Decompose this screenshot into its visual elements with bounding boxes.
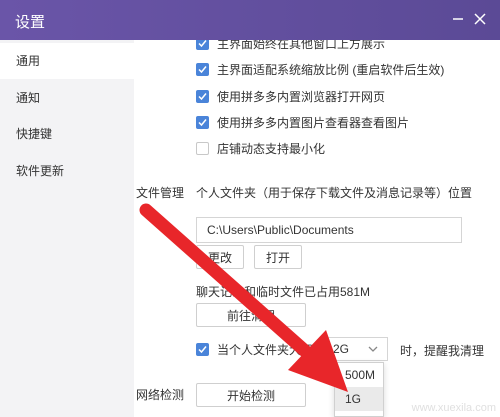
window-title: 设置 bbox=[15, 14, 46, 31]
checkbox-shop-minimize[interactable]: 店铺动态支持最小化 bbox=[196, 139, 325, 157]
sidebar: 通用 通知 快捷键 软件更新 bbox=[0, 40, 134, 417]
checkbox[interactable] bbox=[196, 40, 209, 50]
minimize-icon bbox=[453, 18, 463, 20]
checkbox-label: 主界面始终在其他窗口上方展示 bbox=[217, 40, 386, 51]
checkbox[interactable] bbox=[196, 89, 209, 103]
checkbox-label: 使用拼多多内置浏览器打开网页 bbox=[217, 89, 386, 104]
sidebar-item-label: 通用 bbox=[16, 54, 41, 68]
checkbox[interactable] bbox=[196, 62, 209, 76]
watermark-text: www.xuexila.com bbox=[411, 402, 496, 414]
button-label: 打开 bbox=[265, 250, 290, 265]
select-value: 2G bbox=[333, 342, 350, 356]
dropdown-option-500m[interactable]: 500M bbox=[335, 363, 383, 387]
folder-description: 个人文件夹（用于保存下载文件及消息记录等）位置 bbox=[196, 186, 473, 200]
checkbox[interactable] bbox=[196, 141, 209, 155]
close-icon bbox=[474, 13, 486, 25]
checkmark-icon bbox=[198, 118, 207, 126]
button-label: 前往清理 bbox=[226, 308, 275, 323]
sidebar-item-software-update[interactable]: 软件更新 bbox=[0, 153, 134, 189]
watermark: www.xuexila.com bbox=[412, 402, 496, 414]
checkmark-icon bbox=[198, 92, 207, 100]
reminder-suffix: 时，提醒我清理 bbox=[400, 344, 485, 358]
checkmark-icon bbox=[198, 345, 207, 353]
sidebar-item-general[interactable]: 通用 bbox=[0, 43, 134, 79]
button-label: 开始检测 bbox=[226, 388, 275, 403]
checkbox[interactable] bbox=[196, 115, 209, 129]
open-folder-button[interactable]: 打开 bbox=[254, 245, 302, 269]
folder-size-dropdown: 500M 1G bbox=[334, 362, 384, 417]
sidebar-item-label: 通知 bbox=[16, 91, 41, 105]
checkbox-label: 店铺动态支持最小化 bbox=[217, 141, 326, 156]
checkbox-label: 使用拼多多内置图片查看器查看图片 bbox=[217, 115, 410, 130]
folder-size-select[interactable]: 2G bbox=[322, 337, 388, 361]
sidebar-item-label: 快捷键 bbox=[16, 127, 53, 141]
checkbox[interactable] bbox=[196, 342, 209, 356]
checkmark-icon bbox=[198, 40, 207, 47]
checkmark-icon bbox=[198, 65, 207, 73]
checkbox-system-scaling[interactable]: 主界面适配系统缩放比例 (重启软件后生效) bbox=[196, 60, 444, 78]
title-bar: 设置 bbox=[0, 0, 500, 40]
minimize-button[interactable] bbox=[448, 9, 468, 29]
checkbox-label: 主界面适配系统缩放比例 (重启软件后生效) bbox=[217, 62, 445, 77]
file-management-label: 文件管理 bbox=[136, 186, 185, 200]
change-folder-button[interactable]: 更改 bbox=[196, 245, 244, 269]
dropdown-option-1g[interactable]: 1G bbox=[335, 387, 383, 411]
start-network-check-button[interactable]: 开始检测 bbox=[196, 383, 306, 407]
usage-text: 聊天记录和临时文件已占用581M bbox=[196, 285, 371, 299]
close-button[interactable] bbox=[470, 9, 490, 29]
checkbox-label: 当个人文件夹大于 bbox=[217, 342, 314, 357]
sidebar-item-notifications[interactable]: 通知 bbox=[0, 80, 134, 116]
folder-path-input[interactable] bbox=[196, 217, 462, 243]
button-label: 更改 bbox=[207, 250, 232, 265]
checkbox-always-on-top[interactable]: 主界面始终在其他窗口上方展示 bbox=[196, 40, 385, 52]
go-clean-button[interactable]: 前往清理 bbox=[196, 303, 306, 327]
network-check-label: 网络检测 bbox=[136, 388, 185, 402]
chevron-down-icon bbox=[368, 346, 378, 352]
checkbox-builtin-image-viewer[interactable]: 使用拼多多内置图片查看器查看图片 bbox=[196, 113, 409, 131]
sidebar-item-label: 软件更新 bbox=[16, 164, 65, 178]
checkbox-builtin-browser[interactable]: 使用拼多多内置浏览器打开网页 bbox=[196, 87, 385, 105]
checkbox-folder-size-reminder[interactable]: 当个人文件夹大于 bbox=[196, 340, 313, 358]
sidebar-item-shortcuts[interactable]: 快捷键 bbox=[0, 116, 134, 152]
settings-content: 主界面始终在其他窗口上方展示 主界面适配系统缩放比例 (重启软件后生效) 使用拼… bbox=[134, 40, 500, 417]
